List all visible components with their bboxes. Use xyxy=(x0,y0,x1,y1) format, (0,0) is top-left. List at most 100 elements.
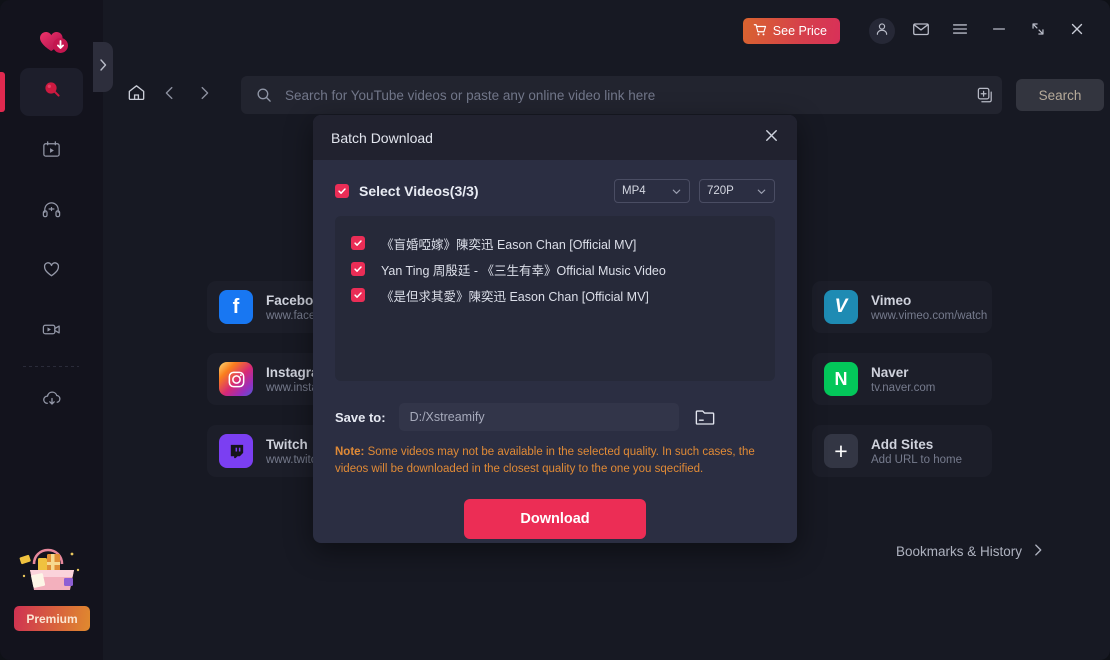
batch-download-dialog: Batch Download Select Videos(3/3) MP4 72… xyxy=(313,115,797,543)
select-all-label: Select Videos(3/3) xyxy=(359,183,479,199)
quality-value: 720P xyxy=(707,185,734,197)
video-list[interactable]: 《盲婚啞嫁》陳奕迅 Eason Chan [Official MV] Yan T… xyxy=(335,216,775,381)
select-all-checkbox[interactable] xyxy=(335,184,349,198)
user-icon xyxy=(874,21,890,42)
chevron-right-icon xyxy=(195,84,213,107)
site-card-vimeo[interactable]: V Vimeo www.vimeo.com/watch xyxy=(812,281,992,333)
list-item[interactable]: 《盲婚啞嫁》陳奕迅 Eason Chan [Official MV] xyxy=(351,230,759,256)
home-icon xyxy=(126,82,147,108)
chevron-down-icon xyxy=(671,186,682,197)
gift-basket-illustration xyxy=(16,540,88,600)
twitch-icon xyxy=(219,434,253,468)
instagram-icon xyxy=(219,362,253,396)
video-title: 《是但求其愛》陳奕迅 Eason Chan [Official MV] xyxy=(381,289,649,304)
sidebar: Premium xyxy=(0,0,103,660)
search-button[interactable]: Search xyxy=(1016,79,1104,111)
save-to-row: Save to: xyxy=(335,403,775,431)
close-icon xyxy=(763,127,780,149)
search-field[interactable] xyxy=(241,76,1002,114)
format-value: MP4 xyxy=(622,185,646,197)
close-button[interactable] xyxy=(1062,16,1092,46)
expand-icon xyxy=(1029,20,1047,43)
note-body: Some videos may not be available in the … xyxy=(335,446,755,475)
card-text: Add Sites Add URL to home xyxy=(871,437,962,466)
sidebar-item-audio[interactable] xyxy=(20,188,83,236)
paste-icon[interactable] xyxy=(968,76,1002,114)
menu-button[interactable] xyxy=(945,16,975,46)
select-all-row: Select Videos(3/3) MP4 720P xyxy=(335,174,775,208)
see-price-button[interactable]: See Price xyxy=(742,18,840,44)
premium-button[interactable]: Premium xyxy=(14,606,90,631)
heart-icon xyxy=(41,259,62,285)
bookmarks-history-link[interactable]: Bookmarks & History xyxy=(896,542,1045,561)
cart-icon xyxy=(753,23,767,40)
title-bar: See Price xyxy=(103,0,1110,62)
search-input[interactable] xyxy=(285,87,968,103)
card-url: www.vimeo.com/watch xyxy=(871,309,988,322)
chevron-right-icon xyxy=(98,58,108,77)
list-item[interactable]: Yan Ting 周殷廷 - 《三生有幸》Official Music Vide… xyxy=(351,256,759,282)
hamburger-icon xyxy=(950,19,970,44)
video-title: 《盲婚啞嫁》陳奕迅 Eason Chan [Official MV] xyxy=(381,237,637,252)
maximize-button[interactable] xyxy=(1023,16,1053,46)
headphones-icon xyxy=(41,199,62,225)
see-price-label: See Price xyxy=(772,24,827,38)
vimeo-icon: V xyxy=(824,290,858,324)
app-logo xyxy=(32,26,72,66)
facebook-icon: f xyxy=(219,290,253,324)
folder-icon[interactable] xyxy=(694,407,716,427)
dialog-body: Select Videos(3/3) MP4 720P 《盲婚啞嫁》陳奕迅 Ea… xyxy=(313,160,797,540)
mail-button[interactable] xyxy=(906,16,936,46)
save-to-input[interactable] xyxy=(398,403,679,431)
search-icon xyxy=(255,86,273,104)
plus-icon: + xyxy=(824,434,858,468)
home-button[interactable] xyxy=(121,80,151,110)
quality-dropdown[interactable]: 720P xyxy=(699,179,775,203)
cloud-download-icon xyxy=(41,388,63,415)
avatar xyxy=(869,18,895,44)
minimize-button[interactable] xyxy=(984,16,1014,46)
sidebar-items xyxy=(0,68,103,425)
minimize-icon xyxy=(990,20,1008,43)
sidebar-item-favorites[interactable] xyxy=(20,248,83,296)
format-dropdown[interactable]: MP4 xyxy=(614,179,690,203)
video-checkbox[interactable] xyxy=(351,262,365,276)
download-button[interactable]: Download xyxy=(464,499,646,540)
note-prefix: Note: xyxy=(335,446,365,458)
chevron-right-icon xyxy=(1032,542,1045,561)
forward-button[interactable] xyxy=(189,80,219,110)
video-checkbox[interactable] xyxy=(351,288,365,302)
sidebar-item-downloads[interactable] xyxy=(20,377,83,425)
card-title: Naver xyxy=(871,364,909,380)
card-text: Vimeo www.vimeo.com/watch xyxy=(871,293,987,322)
list-item[interactable]: 《是但求其愛》陳奕迅 Eason Chan [Official MV] xyxy=(351,282,759,308)
chevron-down-icon xyxy=(756,186,767,197)
account-button[interactable] xyxy=(867,16,897,46)
close-icon xyxy=(1068,20,1086,43)
dialog-close-button[interactable] xyxy=(763,127,780,149)
magnifier-icon xyxy=(41,79,63,106)
sidebar-item-recorder[interactable] xyxy=(20,308,83,356)
download-button-wrap: Download xyxy=(335,499,775,540)
card-url: Add URL to home xyxy=(871,453,962,466)
app-window: Premium See Price Search for YouTube vid… xyxy=(0,0,1110,660)
dialog-header: Batch Download xyxy=(313,115,797,160)
video-checkbox[interactable] xyxy=(351,236,365,250)
sidebar-item-video-library[interactable] xyxy=(20,128,83,176)
dropdown-group: MP4 720P xyxy=(614,179,775,203)
sidebar-collapse-handle[interactable] xyxy=(93,42,113,92)
site-card-naver[interactable]: N Naver tv.naver.com xyxy=(812,353,992,405)
chevron-left-icon xyxy=(161,84,179,107)
card-title: Vimeo xyxy=(871,292,912,308)
video-title: Yan Ting 周殷廷 - 《三生有幸》Official Music Vide… xyxy=(381,263,666,278)
envelope-icon xyxy=(911,19,931,44)
card-title: Add Sites xyxy=(871,436,934,452)
dialog-title: Batch Download xyxy=(331,129,433,146)
sidebar-item-search[interactable] xyxy=(20,68,83,116)
back-button[interactable] xyxy=(155,80,185,110)
video-camera-icon xyxy=(41,319,62,345)
site-card-add-sites[interactable]: + Add Sites Add URL to home xyxy=(812,425,992,477)
save-to-label: Save to: xyxy=(335,409,386,425)
card-text: Naver tv.naver.com xyxy=(871,365,935,394)
card-url: tv.naver.com xyxy=(871,381,936,394)
